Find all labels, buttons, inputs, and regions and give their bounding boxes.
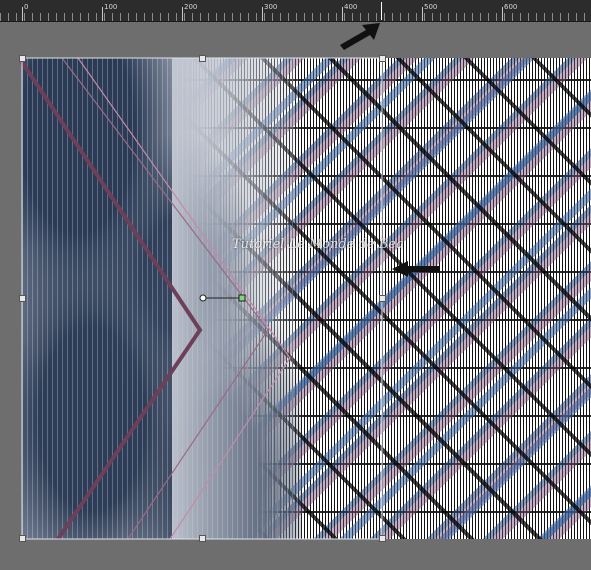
chevron-line-outer (77, 57, 291, 540)
resize-handle-top-right[interactable] (379, 55, 386, 62)
chevron-line (20, 60, 203, 541)
arrow-icon (392, 261, 440, 277)
resize-handle-bottom-left[interactable] (19, 535, 26, 542)
resize-handle-right[interactable] (379, 295, 386, 302)
pivot-handle[interactable] (199, 294, 207, 302)
resize-handle-bottom[interactable] (199, 535, 206, 542)
resize-handle-left[interactable] (19, 295, 26, 302)
arrow-icon (340, 23, 380, 50)
resize-handle-top-left[interactable] (19, 55, 26, 62)
resize-handle-top[interactable] (199, 55, 206, 62)
watermark-text: Tutoriel Le Monde de Bea (232, 237, 404, 252)
rotation-handle[interactable] (238, 294, 246, 302)
resize-handle-bottom-right[interactable] (379, 535, 386, 542)
canvas-overlay (20, 23, 440, 541)
